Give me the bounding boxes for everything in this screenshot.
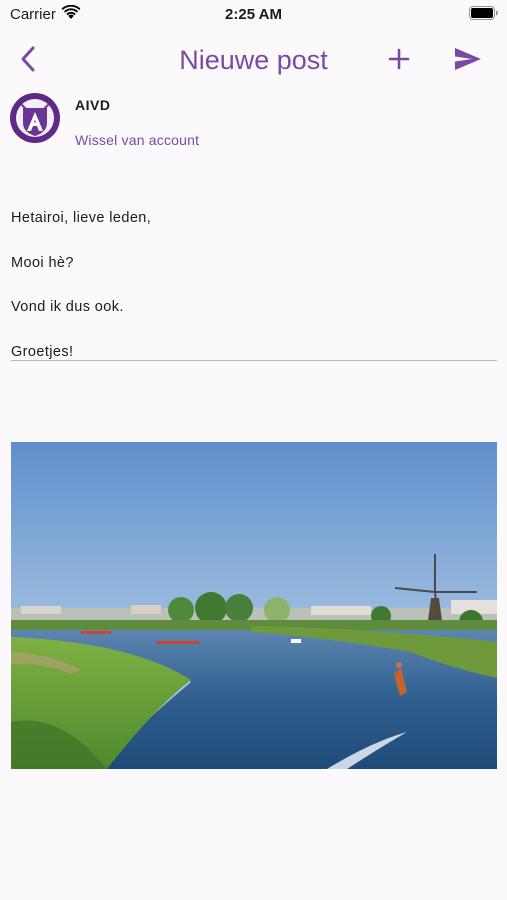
attached-photo[interactable] (11, 442, 497, 769)
post-line: Hetairoi, lieve leden, (11, 210, 152, 226)
app-bar: Nieuwe post (0, 38, 507, 82)
post-line: Mooi hè? (11, 254, 74, 271)
landscape-photo-image (11, 442, 497, 769)
post-line: Groetjes! (11, 343, 74, 360)
add-button[interactable] (384, 44, 414, 74)
plus-icon (388, 48, 410, 70)
account-name: AIVD (75, 97, 111, 113)
post-body-field[interactable]: Hetairoi, lieve leden, Mooi hè? Vond ik … (11, 196, 497, 374)
send-button[interactable] (452, 44, 484, 74)
status-bar: Carrier 2:25 AM (0, 0, 507, 30)
account-section: AIVD Wissel van account (10, 92, 490, 152)
text-field-underline (11, 360, 497, 361)
post-line: Vond ik dus ook. (11, 299, 124, 315)
page-title: Nieuwe post (179, 45, 328, 75)
clock: 2:25 AM (225, 6, 282, 23)
switch-account-link[interactable]: Wissel van account (75, 132, 199, 148)
battery-icon (469, 6, 498, 20)
send-icon (455, 48, 481, 70)
avatar[interactable] (10, 93, 60, 143)
